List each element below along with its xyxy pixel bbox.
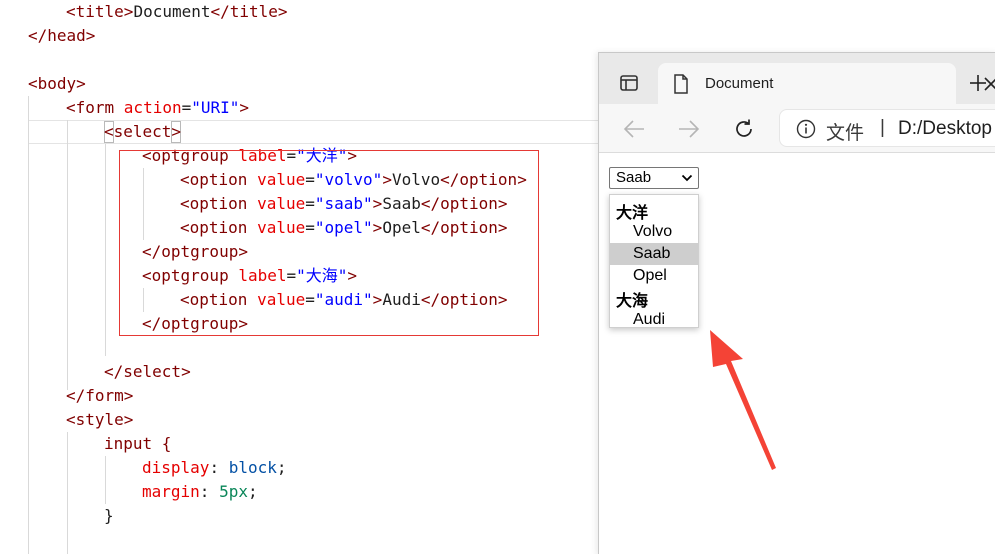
- annotation-box: [119, 150, 539, 336]
- address-url[interactable]: D:/Desktop: [898, 118, 992, 140]
- code-line[interactable]: </head>: [28, 24, 95, 48]
- code-line[interactable]: </select>: [104, 360, 191, 384]
- code-token: =: [181, 98, 192, 117]
- select-dropdown-list: 大洋 Volvo Saab Opel 大海 Audi: [609, 194, 699, 328]
- code-token: :: [209, 458, 229, 477]
- option-saab[interactable]: Saab: [610, 243, 698, 265]
- indent-guide: [28, 96, 29, 554]
- indent-guide: [67, 432, 68, 554]
- code-line[interactable]: margin: 5px;: [142, 480, 258, 504]
- address-bar[interactable]: 文件 | D:/Desktop: [779, 109, 995, 147]
- tab-bar: Document: [599, 53, 995, 104]
- annotation-arrow-icon: [710, 330, 776, 470]
- arrow-right-icon: [679, 120, 700, 138]
- code-token: Document: [133, 2, 211, 21]
- code-line[interactable]: }: [104, 504, 114, 528]
- code-token: <form: [66, 98, 124, 117]
- info-icon[interactable]: [796, 119, 816, 139]
- page-viewport: Saab 大洋 Volvo Saab Opel 大海 Audi: [599, 154, 995, 554]
- option-audi[interactable]: Audi: [610, 309, 698, 331]
- page-icon: [674, 74, 688, 94]
- browser-window: Document 文件 | D:/Desktop Saab 大洋 Volvo S…: [598, 52, 995, 554]
- forward-button[interactable]: [674, 114, 704, 144]
- code-token: >: [239, 98, 250, 117]
- arrow-left-icon: [623, 120, 644, 138]
- code-token: display: [142, 458, 210, 477]
- code-line[interactable]: input {: [104, 432, 171, 456]
- code-token: </head>: [28, 26, 96, 45]
- code-token: :: [199, 482, 220, 501]
- code-token: </select>: [104, 362, 191, 381]
- code-line[interactable]: display: block;: [142, 456, 287, 480]
- code-line[interactable]: <select>: [104, 120, 181, 144]
- code-line[interactable]: </form>: [66, 384, 133, 408]
- code-token: input {: [104, 434, 172, 453]
- car-select[interactable]: Saab: [609, 167, 699, 189]
- option-volvo[interactable]: Volvo: [610, 221, 698, 243]
- code-line[interactable]: <form action="URI">: [66, 96, 249, 120]
- address-scheme-label: 文件: [826, 122, 865, 144]
- back-button[interactable]: [619, 114, 649, 144]
- code-token: <title>: [66, 2, 134, 21]
- code-token: <style>: [66, 410, 134, 429]
- optgroup-label: 大洋: [616, 203, 649, 222]
- tab-actions-button[interactable]: [609, 67, 649, 99]
- code-token: "URI": [191, 98, 240, 117]
- indent-guide: [105, 456, 106, 504]
- optgroup-label: 大海: [616, 291, 649, 310]
- code-token: <body>: [28, 74, 86, 93]
- code-line[interactable]: <body>: [28, 72, 86, 96]
- code-token: }: [104, 506, 114, 525]
- code-token: block: [228, 458, 277, 477]
- code-token: ;: [276, 458, 287, 477]
- code-token: <select>: [104, 122, 182, 141]
- code-line[interactable]: <style>: [66, 408, 133, 432]
- new-tab-button[interactable]: [961, 67, 995, 99]
- code-token: </form>: [66, 386, 134, 405]
- indent-guide: [105, 144, 106, 356]
- plus-icon: [970, 75, 986, 91]
- address-separator: |: [880, 117, 885, 138]
- browser-toolbar: 文件 | D:/Desktop: [599, 104, 995, 153]
- refresh-button[interactable]: [729, 114, 759, 144]
- code-token: ;: [247, 482, 258, 501]
- indent-guide: [67, 120, 68, 390]
- code-token: </title>: [210, 2, 288, 21]
- refresh-icon: [736, 119, 752, 137]
- chevron-down-icon: [681, 174, 693, 182]
- code-line[interactable]: <title>Document</title>: [66, 0, 288, 24]
- code-token: action: [123, 98, 182, 117]
- tab-actions-icon: [620, 75, 638, 91]
- code-token: margin: [142, 482, 200, 501]
- tab-title: Document: [705, 75, 774, 92]
- select-value: Saab: [616, 169, 652, 186]
- code-token: 5px: [219, 482, 248, 501]
- tab-document[interactable]: Document: [658, 63, 995, 104]
- option-opel[interactable]: Opel: [610, 265, 698, 287]
